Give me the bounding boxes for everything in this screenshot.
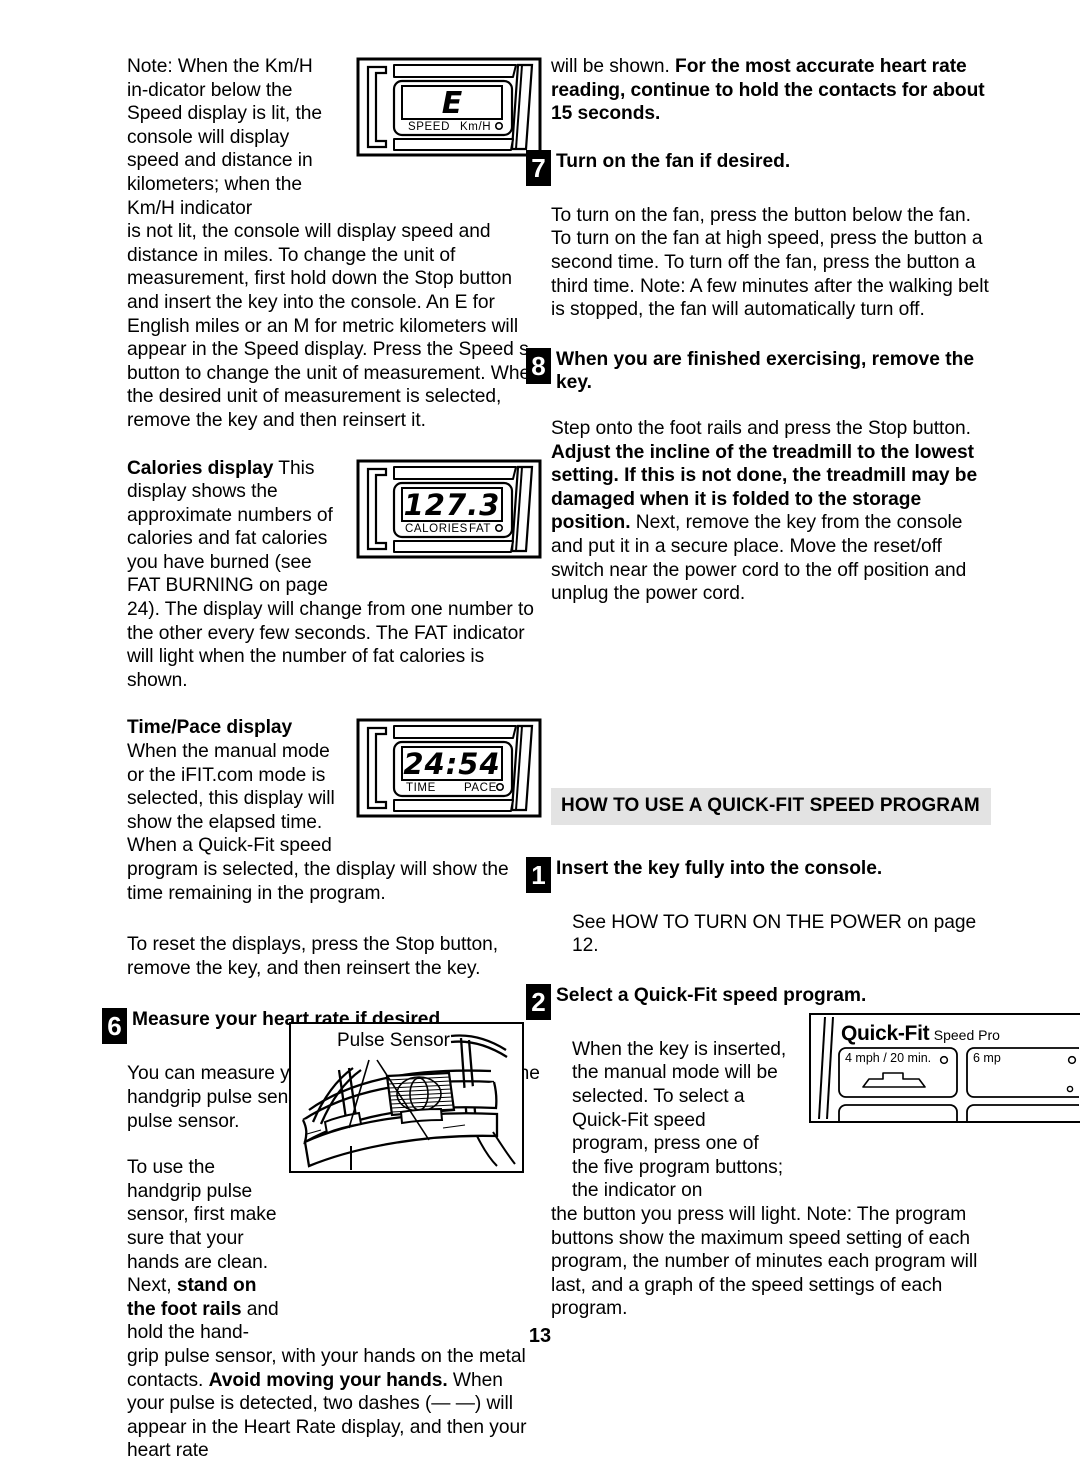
page-number: 13 <box>528 1325 552 1347</box>
timepace-paragraph-full: program is selected, the display will sh… <box>127 859 509 904</box>
calories-block: 127.3 CALORIES FAT Calories display This… <box>127 457 542 693</box>
step-2-title: Select a Quick-Fit speed program. <box>556 984 867 1006</box>
time-display-label-left: TIME <box>406 782 436 794</box>
left-column: E SPEED Km/H Note: When the Km/H in-dica… <box>102 55 542 1463</box>
quickfit-title-main: Quick-Fit <box>841 1022 930 1045</box>
heartrate-paragraph: will be shown. For the most accurate hea… <box>551 55 991 126</box>
fan-grille <box>385 1071 456 1117</box>
quickfit-button-2-label[interactable]: 6 mp <box>973 1051 1001 1065</box>
calories-heading: Calories display <box>127 457 274 479</box>
time-display-illustration: 24:54 TIME PACE <box>356 718 542 823</box>
note-block: E SPEED Km/H Note: When the Km/H in-dica… <box>127 55 542 433</box>
timepace-text-narrow: When the manual mode or the iFIT.com mod… <box>127 741 335 857</box>
quickfit-console-illustration: Quick-Fit Speed Pro 4 mph / 20 min. 6 mp <box>809 1013 1080 1123</box>
calories-display-illustration: 127.3 CALORIES FAT <box>356 459 542 564</box>
speed-display-illustration: E SPEED Km/H <box>356 57 542 162</box>
pulse-sensor-caption: Pulse Sensor <box>337 1030 451 1051</box>
manual-page: E SPEED Km/H Note: When the Km/H in-dica… <box>0 0 1080 1461</box>
time-display-svg: 24:54 TIME PACE <box>356 718 542 818</box>
step-7-title: Turn on the fan if desired. <box>556 150 791 172</box>
step-7-paragraph: To turn on the fan, press the button bel… <box>551 204 989 321</box>
step-2-paragraph-narrow: When the key is inserted, the manual mod… <box>572 1038 787 1202</box>
step-8-number: 8 <box>526 347 551 384</box>
speed-display-label-left: SPEED <box>408 121 450 133</box>
quickfit-title: Quick-Fit Speed Pro <box>841 1022 1000 1046</box>
step-7: 7 Turn on the fan if desired. <box>526 149 991 186</box>
calories-display-svg: 127.3 CALORIES FAT <box>356 459 542 558</box>
speed-display-svg: E SPEED Km/H <box>356 57 542 157</box>
reset-paragraph: To reset the displays, press the Stop bu… <box>127 934 499 979</box>
step-6-number: 6 <box>102 1008 127 1045</box>
heartrate-text-a: will be shown. <box>551 56 676 77</box>
step-8: 8 When you are finished exercising, remo… <box>526 347 991 395</box>
calories-display-label-left: CALORIES <box>405 523 468 535</box>
quickfit-button-1-label[interactable]: 4 mph / 20 min. <box>845 1051 931 1065</box>
right-column: will be shown. For the most accurate hea… <box>526 55 991 1321</box>
calories-display-value: 127.3 <box>404 488 501 522</box>
step-1-paragraph: See HOW TO TURN ON THE POWER on page 12. <box>572 911 977 957</box>
step-2-number: 2 <box>526 983 551 1020</box>
timepace-block: 24:54 TIME PACE Time/Pace display When th… <box>127 716 542 905</box>
speed-display-label-right: Km/H <box>460 121 491 133</box>
time-display-value: 24:54 <box>403 747 500 781</box>
step-1: 1 Insert the key fully into the console. <box>526 856 991 893</box>
timepace-heading: Time/Pace display <box>127 717 293 739</box>
step-2-paragraph-full: the button you press will light. Note: T… <box>551 1204 978 1320</box>
step-7-number: 7 <box>526 149 551 186</box>
calories-paragraph-full: 24). The display will change from one nu… <box>127 599 534 691</box>
step-8-title: When you are finished exercising, remove… <box>556 348 974 394</box>
note-paragraph-continued: is not lit, the console will display spe… <box>127 221 541 431</box>
note-paragraph-narrow: Note: When the Km/H in-dicator below the… <box>127 56 323 219</box>
step-2: 2 Select a Quick-Fit speed program. <box>526 983 991 1020</box>
step-8-p-a: Step onto the foot rails and press the S… <box>551 417 971 439</box>
timepace-paragraph-narrow: Time/Pace display When the manual mode or… <box>127 716 337 858</box>
section-heading-quickfit: HOW TO USE A QUICK-FIT SPEED PROGRAM <box>551 787 991 825</box>
quickfit-title-sub: Speed Pro <box>933 1027 1000 1043</box>
step-1-title: Insert the key fully into the console. <box>556 857 883 879</box>
calories-paragraph-narrow: Calories display This display shows the … <box>127 457 337 599</box>
time-display-label-right: PACE <box>464 782 497 794</box>
pulse-sensor-illustration: Pulse Sensor <box>289 1022 524 1173</box>
step-8-paragraph: Step onto the foot rails and press the S… <box>551 417 991 606</box>
step-1-number: 1 <box>526 856 551 893</box>
step-6-paragraph-2-full: grip pulse sensor, with your hands on th… <box>127 1345 542 1463</box>
step-6-paragraph-2-narrow: To use the handgrip pulse sensor, first … <box>127 1156 282 1345</box>
step-6-p2-full-b: Avoid moving your hands. <box>208 1369 448 1391</box>
speed-display-value: E <box>442 86 463 121</box>
calories-display-label-right: FAT <box>469 523 491 535</box>
